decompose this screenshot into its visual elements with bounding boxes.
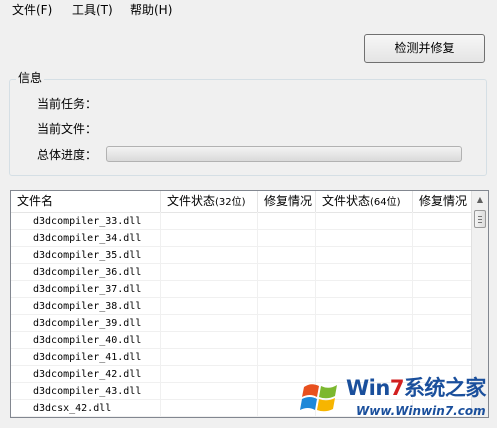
col-header-status-32-bits: (32位) xyxy=(215,197,246,208)
list-item[interactable]: d3dcompiler_36.dll xyxy=(11,264,472,281)
detect-and-repair-button[interactable]: 检测并修复 xyxy=(364,34,485,63)
file-name-cell: d3dcompiler_40.dll xyxy=(33,335,142,346)
watermark-brand-seven: 7 xyxy=(389,376,405,400)
list-item[interactable]: d3dcompiler_41.dll xyxy=(11,349,472,366)
col-header-repair-32[interactable]: 修复情况 xyxy=(258,191,316,212)
current-task-label: 当前任务： xyxy=(37,97,98,111)
menu-help[interactable]: 帮助(H) xyxy=(130,2,172,18)
list-item[interactable]: d3dcompiler_39.dll xyxy=(11,315,472,332)
col-header-status-64-bits: (64位) xyxy=(370,197,401,208)
col-header-repair-64-label: 修复情况 xyxy=(419,194,468,208)
file-name-cell: d3dcompiler_33.dll xyxy=(33,216,142,227)
file-name-cell: d3dcompiler_36.dll xyxy=(33,267,142,278)
file-name-cell: d3dcompiler_38.dll xyxy=(33,301,142,312)
current-file-label: 当前文件： xyxy=(37,122,98,136)
watermark: Win7系统之家 Www.Winwin7.com xyxy=(300,374,497,428)
thumb-grip-line xyxy=(478,222,482,223)
file-name-cell: d3dcompiler_35.dll xyxy=(33,250,142,261)
col-header-status-64[interactable]: 文件状态(64位) xyxy=(316,191,413,212)
info-group-title: 信息 xyxy=(16,71,45,85)
col-header-file-name-label: 文件名 xyxy=(17,194,54,208)
col-header-repair-64[interactable]: 修复情况 xyxy=(413,191,472,212)
file-name-cell: d3dcompiler_42.dll xyxy=(33,369,142,380)
list-item[interactable]: d3dcompiler_38.dll xyxy=(11,298,472,315)
overall-progress-label: 总体进度： xyxy=(37,148,98,162)
file-name-cell: d3dcsx_42.dll xyxy=(33,403,112,414)
list-item[interactable]: d3dcompiler_40.dll xyxy=(11,332,472,349)
menu-bar: 文件(F) 工具(T) 帮助(H) xyxy=(0,0,497,20)
file-name-cell: d3dcompiler_34.dll xyxy=(33,233,142,244)
col-header-status-32[interactable]: 文件状态(32位) xyxy=(161,191,258,212)
overall-progress-bar xyxy=(106,146,462,162)
list-item[interactable]: d3dcompiler_33.dll xyxy=(11,213,472,230)
watermark-brand-win: Win xyxy=(346,376,390,400)
watermark-brand: Win7系统之家 xyxy=(346,376,486,400)
col-header-file-name[interactable]: 文件名 xyxy=(11,191,161,212)
thumb-grip-line xyxy=(478,219,482,220)
scrollbar-thumb[interactable] xyxy=(474,210,486,228)
file-name-cell: d3dcompiler_37.dll xyxy=(33,284,142,295)
col-header-status-32-label: 文件状态 xyxy=(167,194,216,208)
list-item[interactable]: d3dcompiler_35.dll xyxy=(11,247,472,264)
thumb-grip-line xyxy=(478,216,482,217)
file-name-cell: d3dcompiler_41.dll xyxy=(33,352,142,363)
watermark-brand-suffix: 系统之家 xyxy=(403,376,487,400)
list-item[interactable]: d3dcompiler_34.dll xyxy=(11,230,472,247)
col-header-repair-32-label: 修复情况 xyxy=(264,194,313,208)
list-item[interactable]: d3dcompiler_37.dll xyxy=(11,281,472,298)
list-header: 文件名 文件状态(32位) 修复情况 文件状态(64位) 修复情况 xyxy=(11,191,472,213)
watermark-url: Www.Winwin7.com xyxy=(356,404,486,418)
windows-logo-icon xyxy=(300,384,337,412)
scroll-up-arrow-icon[interactable]: ▲ xyxy=(472,191,488,208)
file-name-cell: d3dcompiler_43.dll xyxy=(33,386,142,397)
file-name-cell: d3dcompiler_39.dll xyxy=(33,318,142,329)
menu-tools[interactable]: 工具(T) xyxy=(72,2,113,18)
menu-file[interactable]: 文件(F) xyxy=(12,2,52,18)
col-header-status-64-label: 文件状态 xyxy=(322,194,371,208)
